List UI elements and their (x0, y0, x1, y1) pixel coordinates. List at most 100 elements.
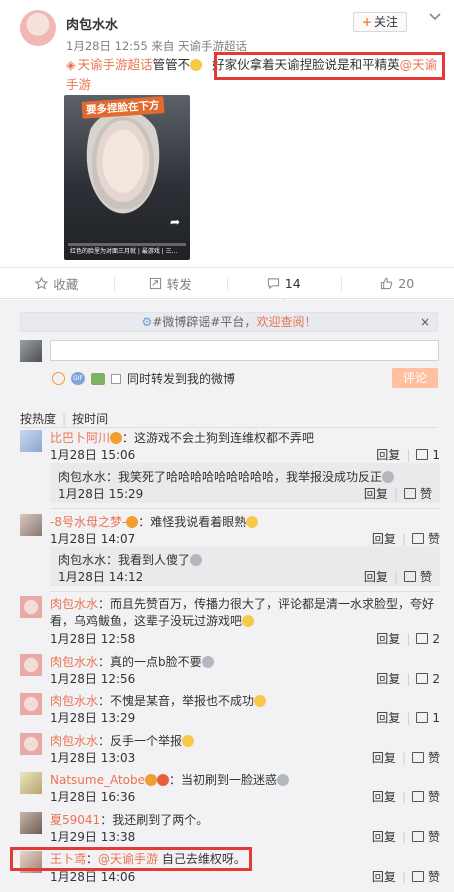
notice-tag[interactable]: #微博辟谣#平台， (152, 315, 256, 329)
comment-item: 比巴卜阿川 ：这游戏不会土狗到连维权都不弄吧 1月28日 15:06 回复 | 1 (20, 430, 440, 463)
progress-bar (68, 243, 186, 246)
comment-text: 肉包水水：而且先赞百万，传播力很大了，评论都是清一水求脸型，夸好看，乌鸡鲅鱼，这… (50, 596, 440, 630)
close-icon[interactable]: × (420, 313, 430, 331)
chevron-down-icon[interactable] (428, 10, 442, 24)
author-name[interactable]: 肉包水水 (66, 14, 118, 33)
rumor-notice: ⚙#微博辟谣#平台，欢迎查阅！ × (20, 312, 438, 332)
replier-name[interactable]: 肉包水水 (58, 470, 106, 484)
replier-name[interactable]: 肉包水水 (58, 553, 106, 567)
image-icon[interactable] (91, 372, 105, 385)
like-icon[interactable] (411, 752, 424, 763)
commenter-avatar[interactable] (20, 430, 42, 452)
reply-button[interactable]: 回复 (376, 709, 400, 726)
commenter-avatar[interactable] (20, 693, 42, 715)
commenter-name[interactable]: 肉包水水 (50, 734, 98, 748)
sync-checkbox[interactable] (111, 373, 121, 384)
favorite-button[interactable]: 收藏 (0, 269, 114, 298)
like-icon[interactable] (416, 449, 429, 460)
supertopic-link[interactable]: 天谕手游超话 (78, 57, 153, 72)
divider (20, 427, 438, 428)
reply-text: 肉包水水：我笑死了哈哈哈哈哈哈哈哈哈，我举报没成功反正 (58, 469, 434, 486)
video-thumbnail[interactable]: 要多捏脸在下方 ➦ 红色的脸里为对面三月就 | 最游戏 | 三... (64, 95, 190, 260)
reply-button[interactable]: 回复 (376, 670, 400, 687)
like-icon[interactable] (416, 712, 429, 723)
commenter-name[interactable]: -8号水母之梦- (50, 515, 126, 529)
ops-separator: | (406, 447, 411, 462)
gif-icon[interactable]: GIF (71, 372, 85, 385)
sub-reply: 肉包水水：我看到人傻了 1月28日 14:12 回复 | 赞 (50, 546, 440, 586)
commenter-name[interactable]: 肉包水水 (50, 597, 98, 611)
like-icon[interactable] (416, 673, 429, 684)
share-arrow-icon: ➦ (170, 215, 181, 229)
like-icon[interactable] (403, 488, 416, 499)
comment-ops: 回复 | 赞 (372, 868, 440, 885)
highlight-box (214, 52, 445, 80)
commenter-name[interactable]: 肉包水水 (50, 694, 98, 708)
sort-time-tab[interactable]: 按时间 (72, 412, 108, 426)
comment-button[interactable]: 14 (227, 269, 341, 304)
comment-count: 14 (284, 276, 301, 291)
submit-comment-button[interactable]: 评论 (392, 368, 438, 388)
comment-time: 1月28日 16:36 (50, 790, 136, 804)
commenter-avatar[interactable] (20, 772, 42, 794)
like-icon[interactable] (411, 791, 424, 802)
like-icon[interactable] (411, 871, 424, 882)
like-label: 赞 (427, 751, 440, 765)
smile-emoji-icon (190, 59, 203, 71)
like-icon[interactable] (411, 831, 424, 842)
reply-button[interactable]: 回复 (376, 630, 400, 647)
reply-button[interactable]: 回复 (372, 788, 396, 805)
follow-button[interactable]: + 关注 (353, 12, 407, 32)
comment-body: ：真的一点b脸不要 (98, 655, 202, 669)
like-label: 赞 (427, 532, 440, 546)
comment-item: -8号水母之梦- ：难怪我说看着眼熟 1月28日 14:07 回复 | 赞 (20, 514, 440, 547)
reply-button[interactable]: 回复 (372, 828, 396, 845)
commenter-name[interactable]: 夏59041 (50, 813, 100, 827)
reply-button[interactable]: 回复 (364, 568, 388, 585)
like-count: 1 (432, 710, 440, 725)
reply-ops: 回复 | 赞 (364, 568, 432, 585)
comment-item: 肉包水水：不愧是某音，举报也不成功 1月28日 13:29 回复 | 1 (20, 693, 440, 726)
like-icon[interactable] (403, 571, 416, 582)
comment-text: 夏59041：我还刷到了两个。 (50, 812, 440, 829)
follow-label: 关注 (374, 15, 399, 29)
ops-separator: | (401, 750, 406, 765)
level-badge-icon (157, 774, 170, 786)
commenter-avatar[interactable] (20, 812, 42, 834)
reply-button[interactable]: 回复 (372, 868, 396, 885)
like-icon[interactable] (416, 633, 429, 644)
comment-body: ：当初刷到一脸迷惑 (169, 773, 278, 787)
like-label: 赞 (427, 870, 440, 884)
emoji-icon[interactable] (52, 372, 65, 385)
reply-button[interactable]: 回复 (376, 446, 400, 463)
manager-text: 管管不 (152, 57, 191, 72)
reply-button[interactable]: 回复 (372, 530, 396, 547)
mention-link-cont[interactable]: 手游 (66, 74, 91, 93)
character-face (92, 117, 154, 209)
commenter-name[interactable]: 比巴卜阿川 (50, 431, 110, 445)
reply-button[interactable]: 回复 (372, 749, 396, 766)
sort-hot-tab[interactable]: 按热度 (20, 412, 56, 426)
comment-body: ：这游戏不会土狗到连维权都不弄吧 (122, 431, 315, 445)
ops-separator: | (406, 671, 411, 686)
commenter-avatar[interactable] (20, 733, 42, 755)
ops-separator: | (401, 531, 406, 546)
repost-button[interactable]: 转发 (113, 269, 228, 298)
comment-item: 肉包水水：真的一点b脸不要 1月28日 12:56 回复 | 2 (20, 654, 440, 687)
divider (50, 508, 440, 509)
notice-link[interactable]: 欢迎查阅！ (256, 315, 316, 329)
author-avatar[interactable] (20, 10, 56, 46)
comment-time: 1月28日 15:06 (50, 448, 136, 462)
commenter-avatar[interactable] (20, 514, 42, 536)
commenter-name[interactable]: Natsume_Atobe (50, 773, 145, 787)
reply-button[interactable]: 回复 (364, 485, 388, 502)
comment-input[interactable] (50, 340, 439, 361)
commenter-avatar[interactable] (20, 654, 42, 676)
like-button[interactable]: 20 (340, 269, 454, 298)
like-icon[interactable] (411, 533, 424, 544)
commenter-avatar[interactable] (20, 596, 42, 618)
comment-time: 1月28日 12:58 (50, 632, 136, 646)
commenter-name[interactable]: 肉包水水 (50, 655, 98, 669)
shock-emoji-icon (277, 774, 290, 786)
reply-body: ：我看到人傻了 (106, 553, 191, 567)
